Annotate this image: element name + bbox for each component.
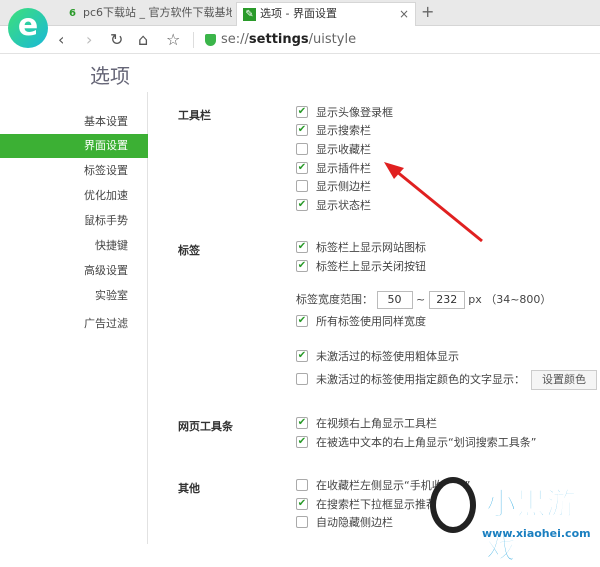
annotation-arrow (384, 162, 483, 243)
watermark-text: 小黑游戏 (486, 487, 577, 567)
watermark-url: www.xiaohei.com (482, 527, 591, 540)
browser-logo[interactable]: e (8, 8, 48, 48)
panda-icon (430, 477, 476, 533)
watermark-logo: 小黑游戏 www.xiaohei.com (430, 475, 600, 567)
